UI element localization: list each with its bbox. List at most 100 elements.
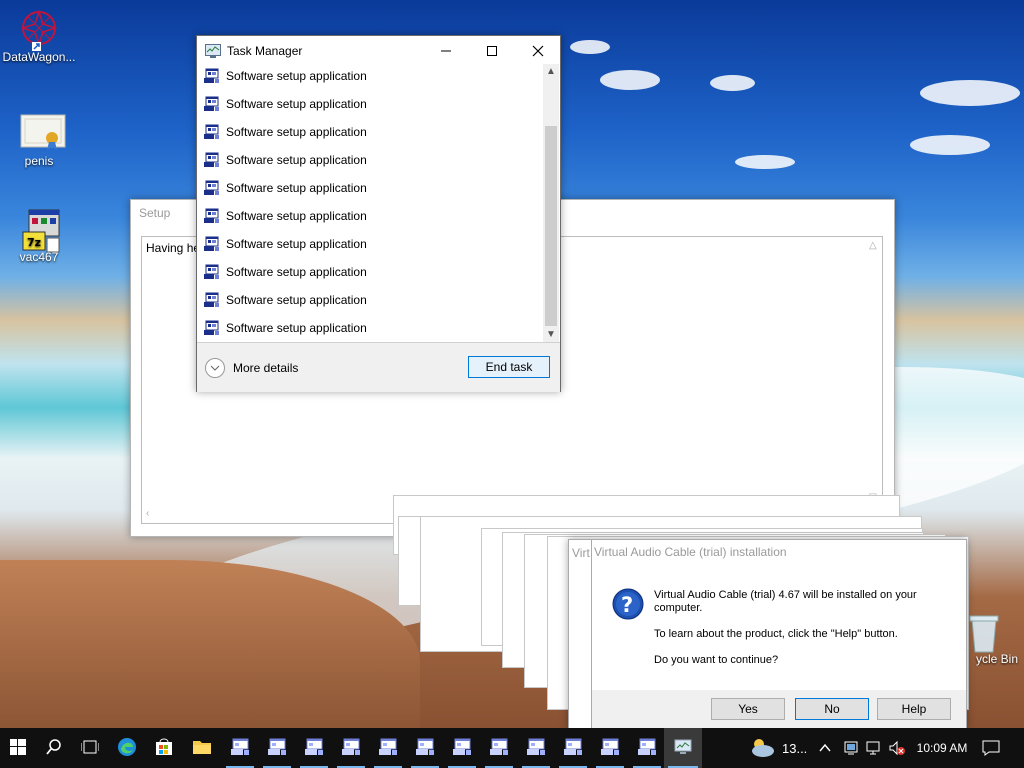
process-name: Software setup application bbox=[226, 97, 367, 111]
desktop-icon-label: penis bbox=[24, 154, 54, 168]
setup-taskbar-button[interactable] bbox=[259, 728, 295, 768]
setup-taskbar-button[interactable] bbox=[333, 728, 369, 768]
setup-application-icon bbox=[526, 738, 546, 759]
process-row[interactable]: Software setup application bbox=[197, 314, 543, 342]
process-row[interactable]: Software setup application bbox=[197, 258, 543, 286]
tray-display-button[interactable] bbox=[843, 740, 859, 756]
maximize-icon[interactable] bbox=[479, 42, 505, 60]
network-icon bbox=[866, 741, 884, 759]
store-icon bbox=[155, 738, 173, 759]
chevron-down-icon[interactable]: ▼ bbox=[546, 329, 556, 340]
process-name: Software setup application bbox=[226, 237, 367, 251]
scrollbar-thumb[interactable] bbox=[545, 126, 557, 326]
setup-taskbar-button[interactable] bbox=[555, 728, 591, 768]
process-list-scrollbar[interactable]: ▲ ▼ bbox=[543, 64, 559, 342]
setup-application-icon bbox=[204, 124, 220, 140]
search-button[interactable] bbox=[36, 728, 72, 768]
show-hidden-icons-button[interactable] bbox=[817, 740, 833, 756]
desktop-icon-vac467[interactable]: 7z vac467 bbox=[1, 208, 77, 264]
process-name: Software setup application bbox=[226, 293, 367, 307]
clock[interactable]: 10:09 AM bbox=[912, 728, 972, 768]
setup-taskbar-button[interactable] bbox=[370, 728, 406, 768]
desktop-icon-datawagon[interactable]: DataWagon... bbox=[1, 8, 77, 64]
process-name: Software setup application bbox=[226, 265, 367, 279]
setup-application-icon bbox=[563, 738, 583, 759]
setup-application-icon bbox=[415, 738, 435, 759]
network-button[interactable] bbox=[866, 740, 884, 756]
task-manager-icon bbox=[205, 44, 221, 58]
process-name: Software setup application bbox=[226, 153, 367, 167]
setup-application-icon bbox=[204, 208, 220, 224]
volume-button[interactable] bbox=[888, 740, 906, 756]
vac-title: Virtual Audio Cable (trial) installation bbox=[594, 545, 787, 559]
setup-taskbar-button[interactable] bbox=[296, 728, 332, 768]
process-name: Software setup application bbox=[226, 181, 367, 195]
file-explorer-taskbar-button[interactable] bbox=[184, 728, 220, 768]
vac-installation-dialog: Virt Virtual Audio Cable (trial) install… bbox=[568, 539, 967, 731]
process-row[interactable]: Software setup application bbox=[197, 174, 543, 202]
minimize-icon[interactable] bbox=[433, 42, 459, 60]
setup-application-icon bbox=[230, 738, 250, 759]
display-icon bbox=[843, 741, 859, 759]
help-button[interactable]: Help bbox=[877, 698, 951, 720]
more-details-toggle[interactable]: More details bbox=[205, 358, 298, 378]
question-icon: ? bbox=[612, 588, 644, 620]
task-manager-taskbar-button[interactable] bbox=[664, 728, 702, 768]
process-row[interactable]: Software setup application bbox=[197, 286, 543, 314]
desktop-icon-penis[interactable]: penis bbox=[1, 112, 77, 168]
setup-application-icon bbox=[341, 738, 361, 759]
yes-button[interactable]: Yes bbox=[711, 698, 785, 720]
setup-application-icon bbox=[204, 152, 220, 168]
chevron-up-icon[interactable]: ▲ bbox=[546, 66, 556, 77]
vac-title-behind: Virt bbox=[572, 546, 590, 560]
setup-taskbar-button[interactable] bbox=[222, 728, 258, 768]
svg-text:7z: 7z bbox=[27, 236, 41, 249]
task-manager-icon bbox=[674, 739, 692, 758]
process-row[interactable]: Software setup application bbox=[197, 202, 543, 230]
process-row[interactable]: Software setup application bbox=[197, 90, 543, 118]
start-button[interactable] bbox=[0, 728, 36, 768]
setup-taskbar-button[interactable] bbox=[444, 728, 480, 768]
setup-vscrollbar[interactable]: △ ▽ bbox=[865, 237, 882, 506]
more-details-label: More details bbox=[233, 361, 299, 375]
task-view-button[interactable] bbox=[72, 728, 108, 768]
no-button[interactable]: No bbox=[795, 698, 869, 720]
volume-muted-icon bbox=[888, 740, 906, 759]
process-row[interactable]: Software setup application bbox=[197, 118, 543, 146]
windows-logo-icon bbox=[10, 738, 26, 758]
process-row[interactable]: Software setup application bbox=[197, 146, 543, 174]
chevron-up-icon[interactable]: △ bbox=[869, 240, 877, 251]
task-view-icon bbox=[80, 739, 100, 758]
close-icon[interactable] bbox=[525, 42, 551, 60]
setup-application-icon bbox=[204, 96, 220, 112]
chevron-up-icon bbox=[817, 743, 833, 759]
setup-body-text: Having hel bbox=[146, 241, 203, 255]
setup-taskbar-button[interactable] bbox=[592, 728, 628, 768]
chevron-left-icon[interactable]: ‹ bbox=[146, 508, 149, 519]
weather-widget[interactable]: 13... bbox=[748, 728, 807, 768]
store-taskbar-button[interactable] bbox=[146, 728, 182, 768]
setup-taskbar-button[interactable] bbox=[629, 728, 665, 768]
setup-taskbar-button[interactable] bbox=[481, 728, 517, 768]
vac-message-line2: To learn about the product, click the "H… bbox=[654, 628, 898, 640]
task-manager-footer: More details End task bbox=[197, 342, 560, 392]
svg-text:?: ? bbox=[621, 593, 633, 617]
cloud-sun-icon bbox=[748, 736, 776, 761]
setup-application-icon bbox=[378, 738, 398, 759]
process-row[interactable]: Software setup application bbox=[197, 230, 543, 258]
setup-application-icon bbox=[204, 180, 220, 196]
taskbar: 13... 10:09 AM bbox=[0, 728, 1024, 768]
desktop-icon-label: DataWagon... bbox=[2, 50, 76, 64]
setup-application-icon bbox=[600, 738, 620, 759]
notifications-button[interactable] bbox=[982, 740, 1000, 756]
edge-taskbar-button[interactable] bbox=[109, 728, 145, 768]
process-row[interactable]: Software setup application bbox=[197, 62, 543, 90]
setup-application-icon bbox=[204, 264, 220, 280]
setup-taskbar-button[interactable] bbox=[407, 728, 443, 768]
setup-application-icon bbox=[204, 320, 220, 336]
task-manager-title: Task Manager bbox=[227, 44, 303, 58]
setup-taskbar-button[interactable] bbox=[518, 728, 554, 768]
vac-message-line1: Virtual Audio Cable (trial) 4.67 will be… bbox=[654, 589, 917, 614]
end-task-button[interactable]: End task bbox=[468, 356, 550, 378]
setup-application-icon bbox=[452, 738, 472, 759]
